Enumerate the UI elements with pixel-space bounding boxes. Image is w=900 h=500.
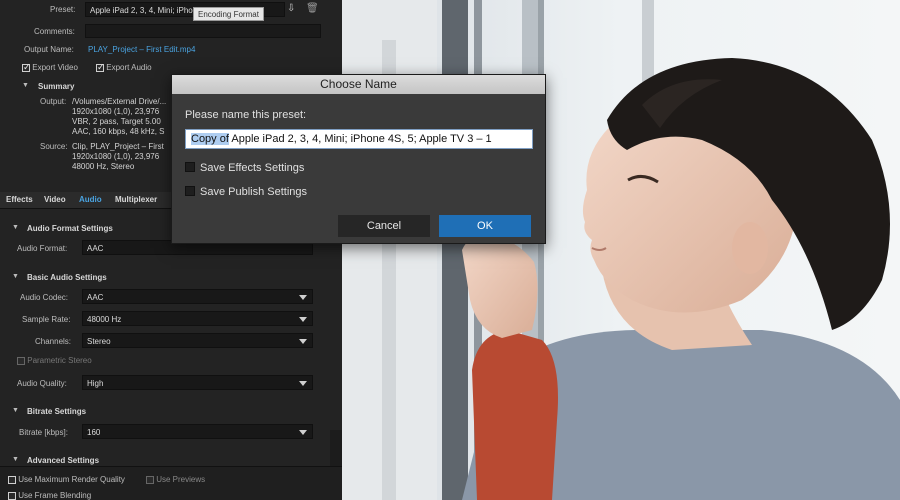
audio-format-value: AAC (87, 244, 104, 253)
summary-source-line: 1920x1080 (1,0), 23,976 (72, 152, 160, 161)
use-previews-checkbox[interactable]: Use Previews (146, 475, 205, 484)
bitrate-settings-title: Bitrate Settings (27, 407, 87, 416)
export-audio-checkbox[interactable]: Export Audio (96, 62, 152, 73)
sample-rate-dropdown[interactable]: 48000 Hz (82, 311, 313, 326)
checkbox-icon (185, 186, 195, 196)
chevron-down-icon (299, 339, 307, 344)
export-audio-check-icon (96, 62, 105, 73)
frame-blending-label: Use Frame Blending (18, 491, 92, 500)
audio-format-settings-title: Audio Format Settings (27, 224, 113, 233)
sample-rate-value: 48000 Hz (87, 315, 122, 324)
preset-name-input[interactable]: Copy of Apple iPad 2, 3, 4, Mini; iPhone… (185, 129, 533, 149)
summary-output-line: 1920x1080 (1,0), 23,976 (72, 107, 160, 116)
frame-blending-checkbox[interactable]: Use Frame Blending (8, 491, 91, 500)
checkbox-icon (146, 475, 154, 484)
preset-label: Preset: (50, 5, 76, 14)
save-effects-label: Save Effects Settings (200, 162, 305, 174)
save-preset-icon[interactable]: ⇩ (287, 3, 295, 14)
max-render-quality-label: Use Maximum Render Quality (18, 475, 125, 484)
export-video-label: Export Video (32, 63, 78, 72)
summary-output-line: AAC, 160 kbps, 48 kHz, S (72, 127, 165, 136)
save-effects-checkbox[interactable]: Save Effects Settings (185, 162, 304, 174)
dialog-title: Choose Name (172, 75, 545, 94)
checkbox-icon (17, 356, 25, 365)
chevron-down-icon (299, 295, 307, 300)
output-name-link[interactable]: PLAY_Project – First Edit.mp4 (88, 45, 195, 54)
channels-value: Stereo (87, 337, 111, 346)
summary-toggle-icon[interactable]: ▼ (22, 82, 29, 89)
channels-label: Channels: (35, 337, 72, 346)
summary-output-line: /Volumes/External Drive/... (72, 97, 167, 106)
summary-title: Summary (38, 82, 75, 91)
choose-name-dialog: Choose Name Please name this preset: Cop… (171, 74, 546, 244)
checkbox-icon (185, 162, 195, 172)
bitrate-toggle-icon[interactable]: ▼ (12, 407, 19, 414)
render-options: Use Maximum Render Quality Use Previews … (0, 466, 342, 500)
max-render-quality-checkbox[interactable]: Use Maximum Render Quality (8, 475, 125, 484)
chevron-down-icon (299, 317, 307, 322)
chevron-down-icon (299, 430, 307, 435)
trash-icon[interactable]: 🗑 (306, 3, 319, 14)
export-video-checkbox[interactable]: Export Video (22, 62, 78, 73)
summary-output-line: VBR, 2 pass, Target 5.00 (72, 117, 161, 126)
preset-name-selected-text: Copy of (191, 133, 229, 145)
ok-button[interactable]: OK (439, 215, 531, 237)
cancel-button[interactable]: Cancel (338, 215, 430, 237)
encoding-format-tooltip: Encoding Format (193, 7, 264, 21)
bitrate-label: Bitrate [kbps]: (19, 428, 68, 437)
comments-field[interactable] (85, 24, 321, 38)
channels-dropdown[interactable]: Stereo (82, 333, 313, 348)
export-audio-label: Export Audio (106, 63, 152, 72)
bitrate-dropdown[interactable]: 160 (82, 424, 313, 439)
use-previews-label: Use Previews (156, 475, 206, 484)
basic-audio-settings-title: Basic Audio Settings (27, 273, 107, 282)
panel-scrollbar[interactable] (330, 430, 342, 470)
chevron-down-icon (299, 381, 307, 386)
audio-quality-dropdown[interactable]: High (82, 375, 313, 390)
summary-output-label: Output: (40, 97, 67, 106)
parametric-stereo-checkbox[interactable]: Parametric Stereo (17, 356, 92, 365)
parametric-stereo-label: Parametric Stereo (27, 356, 92, 365)
basic-audio-toggle-icon[interactable]: ▼ (12, 273, 19, 280)
advanced-settings-title: Advanced Settings (27, 456, 100, 465)
checkbox-icon (8, 475, 16, 484)
audio-codec-label: Audio Codec: (20, 293, 69, 302)
checkbox-icon (8, 491, 16, 500)
save-publish-checkbox[interactable]: Save Publish Settings (185, 186, 307, 198)
save-publish-label: Save Publish Settings (200, 186, 308, 198)
output-name-label: Output Name: (24, 45, 74, 54)
audio-codec-dropdown[interactable]: AAC (82, 289, 313, 304)
preset-name-text: Copy of Apple iPad 2, 3, 4, Mini; iPhone… (191, 133, 492, 145)
tab-audio[interactable]: Audio (79, 195, 102, 204)
audio-format-label: Audio Format: (17, 244, 68, 253)
preset-name-rest-text: Apple iPad 2, 3, 4, Mini; iPhone 4S, 5; … (228, 133, 492, 145)
summary-source-label: Source: (40, 142, 68, 151)
sample-rate-label: Sample Rate: (22, 315, 71, 324)
summary-source-line: Clip, PLAY_Project – First (72, 142, 164, 151)
preset-value: Apple iPad 2, 3, 4, Mini; iPho (90, 6, 193, 15)
summary-source-line: 48000 Hz, Stereo (72, 162, 135, 171)
audio-quality-value: High (87, 379, 104, 388)
bitrate-value: 160 (87, 428, 101, 437)
tab-effects[interactable]: Effects (6, 195, 33, 204)
audio-codec-value: AAC (87, 293, 104, 302)
dialog-prompt: Please name this preset: (185, 109, 307, 121)
audio-format-toggle-icon[interactable]: ▼ (12, 224, 19, 231)
comments-label: Comments: (34, 27, 75, 36)
advanced-toggle-icon[interactable]: ▼ (12, 456, 19, 463)
tab-video[interactable]: Video (44, 195, 66, 204)
export-video-check-icon (22, 62, 31, 73)
tab-multiplexer[interactable]: Multiplexer (115, 195, 157, 204)
audio-quality-label: Audio Quality: (17, 379, 67, 388)
